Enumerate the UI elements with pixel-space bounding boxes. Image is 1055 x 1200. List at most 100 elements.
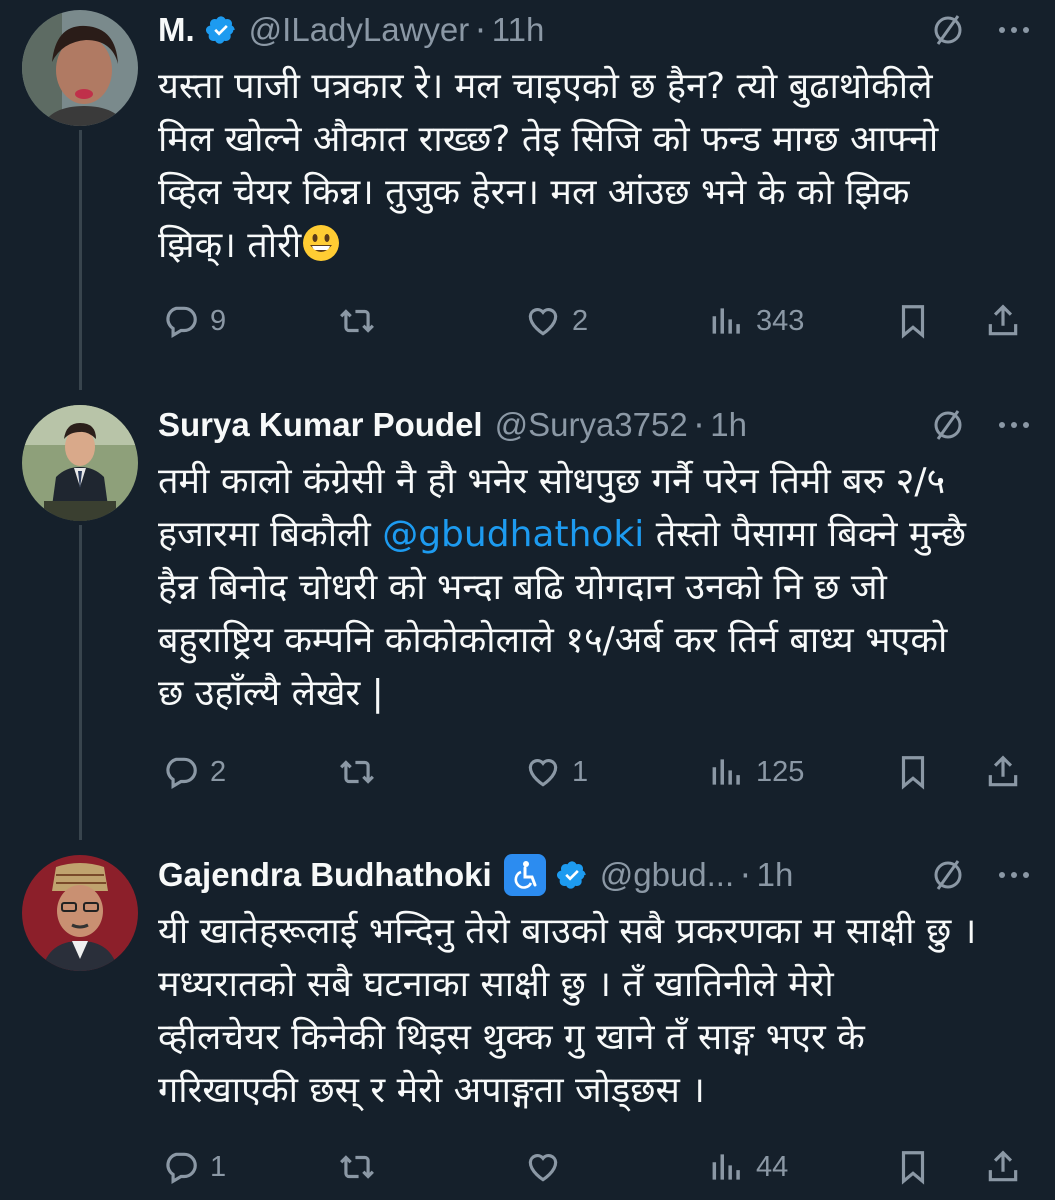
tweet[interactable]: M. @ILadyLawyer · 11h यस्ता पाजी पत्रकार…: [0, 0, 1055, 390]
share-button[interactable]: [984, 296, 1022, 346]
share-button[interactable]: [984, 1142, 1022, 1192]
avatar-image: [22, 405, 138, 521]
views-icon: [712, 1154, 740, 1180]
bookmark-button[interactable]: [894, 1142, 932, 1192]
tweet-text-line: यस्ता पाजी पत्रकार रे। मल चाइएको छ हैन? …: [158, 66, 933, 107]
views-button[interactable]: 343: [708, 296, 804, 346]
reply-count: 9: [210, 304, 227, 337]
tweet-actions: 9 2 343: [158, 296, 1038, 346]
reply-count: 2: [210, 755, 227, 788]
bookmark-icon: [901, 756, 925, 790]
grok-icon[interactable]: [928, 405, 968, 445]
tweet-header: Gajendra Budhathoki @gbud... · 1h: [158, 845, 958, 905]
tweet[interactable]: Gajendra Budhathoki @gbud... · 1h यी खात…: [0, 845, 1055, 1200]
grok-icon[interactable]: [928, 855, 968, 895]
more-options-icon[interactable]: [994, 855, 1034, 895]
retweet-button[interactable]: [338, 747, 376, 797]
tweet-header: M. @ILadyLawyer · 11h: [158, 0, 958, 60]
tweet-text-line: गरिखाएकी छस् र मेरो अपाङ्गता जोड्छस ।: [158, 1070, 705, 1111]
avatar[interactable]: [22, 10, 138, 126]
thread-connector: [79, 525, 82, 840]
reply-icon: [166, 1152, 197, 1185]
reply-button[interactable]: 1: [162, 1142, 226, 1192]
bookmark-icon: [901, 1151, 925, 1185]
like-count: 2: [572, 304, 589, 337]
display-name[interactable]: Gajendra Budhathoki: [158, 856, 492, 894]
reply-icon: [166, 757, 197, 790]
like-button[interactable]: [524, 1142, 562, 1192]
tweet-text-segment: तेस्तो पैसामा बिक्ने मुन्छै: [644, 514, 967, 555]
avatar-image: [22, 855, 138, 971]
like-button[interactable]: 1: [524, 747, 588, 797]
avatar-image: [22, 10, 138, 126]
reply-button[interactable]: 9: [162, 296, 226, 346]
share-icon: [988, 304, 1018, 336]
share-icon: [988, 755, 1018, 787]
tweet-text-line: व्हिल चेयर किन्न। तुजुक हेरन। मल आंउछ भन…: [158, 172, 910, 213]
like-count: 1: [572, 755, 589, 788]
heart-icon: [528, 759, 558, 787]
display-name[interactable]: Surya Kumar Poudel: [158, 406, 483, 444]
tweet-text: यी खातेहरूलाई भन्दिनु तेरो बाउको सबै प्र…: [158, 905, 1028, 1117]
bookmark-button[interactable]: [894, 747, 932, 797]
verified-badge-icon[interactable]: [556, 859, 588, 891]
tweet-text-segment: झिक्। तोरी: [158, 225, 302, 266]
view-count: 343: [756, 304, 805, 337]
separator-dot: ·: [740, 855, 751, 895]
grok-icon[interactable]: [928, 10, 968, 50]
retweet-icon: [340, 309, 374, 333]
tweet-text: यस्ता पाजी पत्रकार रे। मल चाइएको छ हैन? …: [158, 60, 1028, 272]
tweet-header: Surya Kumar Poudel @Surya3752 · 1h: [158, 395, 958, 455]
retweet-icon: [340, 1155, 374, 1179]
reply-thread: M. @ILadyLawyer · 11h यस्ता पाजी पत्रकार…: [0, 0, 1055, 1200]
tweet-text-line: हैन्न बिनोद चोधरी को भन्दा बढि योगदान उन…: [158, 567, 887, 608]
more-options-icon[interactable]: [994, 10, 1034, 50]
tweet-text: तमी कालो कंग्रेसी नै हौ भनेर सोधपुछ गर्न…: [158, 455, 1028, 720]
view-count: 125: [756, 755, 805, 788]
separator-dot: ·: [693, 405, 705, 445]
user-handle[interactable]: @ILadyLawyer: [249, 11, 470, 49]
reply-button[interactable]: 2: [162, 747, 226, 797]
thread-connector: [79, 130, 82, 390]
avatar[interactable]: [22, 405, 138, 521]
tweet-actions: 1 44: [158, 1142, 1038, 1192]
more-options-icon[interactable]: [994, 405, 1034, 445]
like-button[interactable]: 2: [524, 296, 588, 346]
tweet-text-line: झिक्। तोरी: [158, 219, 1028, 272]
reply-count: 1: [210, 1150, 227, 1183]
bookmark-button[interactable]: [894, 296, 932, 346]
grinning-face-emoji: [303, 225, 340, 261]
views-icon: [712, 308, 740, 334]
user-handle[interactable]: @gbud...: [600, 856, 734, 894]
views-button[interactable]: 44: [708, 1142, 788, 1192]
views-icon: [712, 759, 740, 785]
views-button[interactable]: 125: [708, 747, 804, 797]
tweet-text-line: हजारमा बिकौली @gbudhathoki तेस्तो पैसामा…: [158, 508, 1028, 561]
retweet-button[interactable]: [338, 296, 376, 346]
reply-icon: [166, 306, 197, 339]
tweet-text-line: मिल खोल्ने औकात राख्छ? तेइ सिजि को फन्ड …: [158, 119, 939, 160]
tweet[interactable]: Surya Kumar Poudel @Surya3752 · 1h तमी क…: [0, 395, 1055, 840]
wheelchair-symbol-emoji: [503, 854, 546, 896]
tweet-text-line: छ उहाँल्यै लेखेर |: [158, 673, 384, 714]
tweet-actions: 2 1 125: [158, 747, 1038, 797]
tweet-text-segment: हजारमा बिकौली: [158, 514, 383, 555]
timestamp[interactable]: 11h: [492, 11, 545, 49]
separator-dot: ·: [475, 10, 486, 50]
avatar[interactable]: [22, 855, 138, 971]
retweet-button[interactable]: [338, 1142, 376, 1192]
retweet-icon: [340, 760, 374, 784]
display-name[interactable]: M.: [158, 11, 195, 49]
share-icon: [988, 1150, 1018, 1182]
tweet-text-line: मध्यरातको सबै घटनाका साक्षी छु । तँ खाति…: [158, 964, 834, 1005]
mention-link[interactable]: @gbudhathoki: [382, 514, 644, 555]
timestamp[interactable]: 1h: [757, 856, 794, 894]
timestamp[interactable]: 1h: [710, 406, 747, 444]
view-count: 44: [756, 1150, 789, 1183]
verified-badge-icon[interactable]: [205, 14, 237, 46]
bookmark-icon: [901, 305, 925, 339]
tweet-text-line: तमी कालो कंग्रेसी नै हौ भनेर सोधपुछ गर्न…: [158, 461, 946, 502]
tweet-text-line: बहुराष्ट्रिय कम्पनि कोकोकोलाले १५/अर्ब क…: [158, 620, 948, 661]
share-button[interactable]: [984, 747, 1022, 797]
user-handle[interactable]: @Surya3752: [495, 406, 688, 444]
